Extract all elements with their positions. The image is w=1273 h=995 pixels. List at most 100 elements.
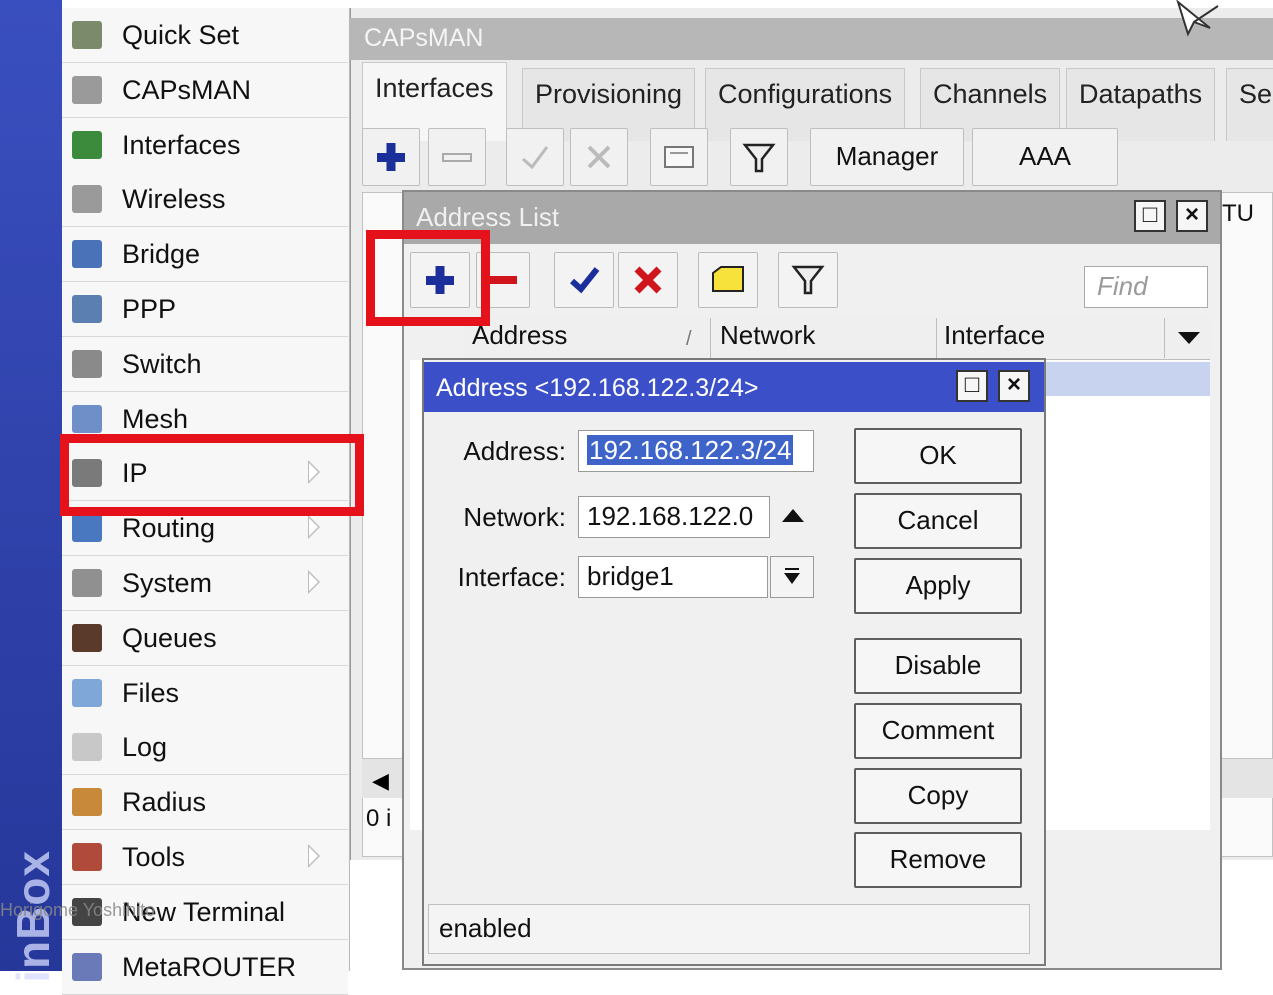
sidebar-item-system[interactable]: System	[62, 556, 348, 611]
submenu-arrow-icon	[308, 515, 320, 540]
maximize-icon[interactable]: □	[1134, 200, 1166, 232]
sidebar-item-label: System	[122, 568, 213, 598]
caps-column-mtu: TU	[1222, 200, 1254, 227]
watermark-text: Horigome Yoshihito	[0, 900, 156, 920]
interface-select[interactable]: bridge1	[578, 556, 768, 598]
submenu-arrow-icon	[308, 570, 320, 594]
sidebar-item-label: Tools	[122, 842, 186, 872]
network-label: Network:	[463, 502, 566, 532]
sidebar-item-label: Radius	[122, 787, 207, 818]
caps-item-count: 0 i	[366, 805, 392, 832]
scroll-left-icon[interactable]: ◀	[372, 768, 389, 794]
sidebar-item-wireless[interactable]: Wireless	[62, 172, 348, 228]
sidebar-item-label: Files	[122, 677, 180, 708]
close-icon[interactable]: ×	[1176, 200, 1208, 232]
mesh-icon	[72, 404, 102, 433]
switch-icon	[72, 349, 102, 378]
caps-manager-button[interactable]: Manager	[810, 128, 964, 186]
sidebar-item-bridge[interactable]: Bridge	[62, 227, 348, 283]
address-enable-button[interactable]	[554, 252, 614, 308]
x-icon	[587, 145, 611, 169]
log-icon	[72, 733, 102, 762]
close-icon[interactable]: ×	[998, 370, 1030, 402]
sidebar-item-label: Wireless	[122, 184, 226, 215]
sidebar-item-files[interactable]: Files	[62, 665, 348, 721]
address-list-header	[464, 316, 1210, 360]
comment-icon	[664, 146, 694, 168]
capsman-title: CAPsMAN	[350, 18, 1273, 60]
submenu-arrow-icon	[308, 844, 320, 868]
brand-bar	[0, 0, 62, 971]
sidebar-item-label: Bridge	[122, 239, 201, 270]
column-menu-icon[interactable]	[1174, 328, 1204, 348]
minus-icon	[442, 153, 472, 162]
files-icon	[72, 678, 102, 707]
network-field[interactable]: 192.168.122.0	[578, 496, 770, 538]
caps-aaa-button[interactable]: AAA	[972, 128, 1118, 186]
capsman-icon	[72, 75, 102, 104]
cancel-button[interactable]: Cancel	[854, 493, 1022, 549]
sidebar-item-label: CAPsMAN	[122, 74, 252, 105]
dropdown-icon	[784, 568, 800, 584]
highlight-ip-menu	[60, 434, 364, 516]
tools-icon	[72, 843, 102, 871]
highlight-add-button	[366, 230, 490, 326]
sidebar-item-radius[interactable]: Radius	[62, 775, 348, 831]
ok-button[interactable]: OK	[854, 428, 1022, 484]
address-dialog-title: Address <192.168.122.3/24>	[436, 374, 759, 402]
interface-label: Interface:	[457, 562, 566, 592]
address-comment-button[interactable]	[698, 252, 758, 308]
sidebar-item-interfaces[interactable]: Interfaces	[62, 117, 348, 173]
plus-icon	[377, 143, 405, 171]
address-field[interactable]: 192.168.122.3/24	[578, 430, 814, 472]
x-icon	[634, 266, 662, 294]
column-divider	[710, 318, 711, 358]
check-icon	[570, 267, 600, 294]
tab-security[interactable]: Se	[1226, 68, 1273, 141]
sidebar-item-label: MetaROUTER	[122, 951, 297, 982]
sidebar-item-capsman[interactable]: CAPsMAN	[62, 62, 348, 118]
sidebar-item-label: Queues	[122, 622, 217, 653]
status-bar: enabled	[428, 904, 1030, 954]
apply-button[interactable]: Apply	[854, 558, 1022, 614]
caps-comment-button[interactable]	[650, 128, 708, 186]
selected-row[interactable]	[1040, 362, 1210, 396]
sidebar-item-label: Mesh	[122, 403, 189, 434]
sidebar-item-metarouter[interactable]: MetaROUTER	[62, 939, 348, 995]
filter-icon	[791, 265, 825, 295]
check-icon	[522, 146, 549, 170]
remove-button[interactable]: Remove	[854, 832, 1022, 888]
address-disable-button[interactable]	[618, 252, 678, 308]
address-value: 192.168.122.3/24	[587, 435, 794, 465]
sidebar-item-queues[interactable]: Queues	[62, 610, 348, 666]
copy-button[interactable]: Copy	[854, 768, 1022, 824]
wireless-icon	[72, 185, 102, 214]
sidebar-item-quick-set[interactable]: Quick Set	[62, 8, 348, 63]
sidebar-item-switch[interactable]: Switch	[62, 336, 348, 392]
address-filter-button[interactable]	[778, 252, 838, 308]
interface-dropdown-button[interactable]	[770, 556, 814, 598]
find-input[interactable]: Find	[1084, 266, 1208, 308]
collapse-arrow-icon[interactable]	[780, 506, 806, 526]
sidebar-item-tools[interactable]: Tools	[62, 830, 348, 885]
address-label: Address:	[463, 436, 566, 466]
caps-add-button[interactable]	[362, 128, 420, 186]
sidebar-item-label: PPP	[122, 294, 177, 324]
caps-filter-button[interactable]	[730, 128, 788, 186]
address-list-title: Address List	[416, 202, 560, 232]
sort-indicator: /	[686, 328, 692, 350]
sidebar-item-log[interactable]: Log	[62, 720, 348, 776]
caps-disable-button[interactable]	[570, 128, 628, 186]
sidebar-item-label: Switch	[122, 348, 202, 379]
sidebar-item-label: Interfaces	[122, 129, 241, 160]
sidebar-item-ppp[interactable]: PPP	[62, 282, 348, 337]
disable-button[interactable]: Disable	[854, 638, 1022, 694]
queues-icon	[72, 623, 102, 652]
system-icon	[72, 569, 102, 597]
column-network[interactable]: Network	[720, 320, 815, 351]
caps-remove-button[interactable]	[428, 128, 486, 186]
column-interface[interactable]: Interface	[944, 320, 1045, 351]
comment-button[interactable]: Comment	[854, 703, 1022, 759]
maximize-icon[interactable]: □	[956, 370, 988, 402]
caps-enable-button[interactable]	[506, 128, 564, 186]
